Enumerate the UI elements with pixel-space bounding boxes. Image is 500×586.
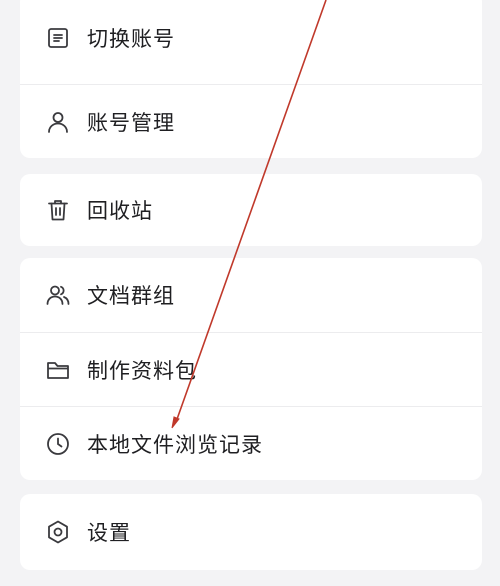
menu-item-label: 制作资料包 [87, 358, 197, 383]
documents-card: 文档群组 制作资料包 本地文件浏览记录 [20, 258, 482, 480]
user-icon [45, 109, 71, 135]
menu-item-account-management[interactable]: 账号管理 [20, 84, 482, 158]
menu-item-label: 切换账号 [87, 27, 175, 51]
trash-icon [45, 197, 71, 223]
folder-icon [45, 357, 71, 383]
menu-item-label: 回收站 [87, 199, 153, 223]
group-icon [45, 282, 71, 308]
menu-item-label: 设置 [87, 521, 131, 545]
menu-item-document-groups[interactable]: 文档群组 [20, 258, 482, 332]
menu-item-settings[interactable]: 设置 [20, 494, 482, 570]
menu-item-local-file-history[interactable]: 本地文件浏览记录 [20, 406, 482, 480]
menu-item-label: 本地文件浏览记录 [87, 432, 263, 457]
menu-item-switch-account[interactable]: 切换账号 [20, 0, 482, 84]
menu-item-label: 账号管理 [87, 110, 175, 135]
recycle-card: 回收站 [20, 174, 482, 246]
settings-card: 设置 [20, 494, 482, 570]
menu-item-make-package[interactable]: 制作资料包 [20, 332, 482, 406]
settings-icon [45, 519, 71, 545]
menu-item-label: 文档群组 [87, 284, 175, 308]
menu-item-recycle-bin[interactable]: 回收站 [20, 174, 482, 246]
account-card: 切换账号 账号管理 [20, 0, 482, 158]
switch-account-icon [45, 25, 71, 51]
clock-icon [45, 431, 71, 457]
